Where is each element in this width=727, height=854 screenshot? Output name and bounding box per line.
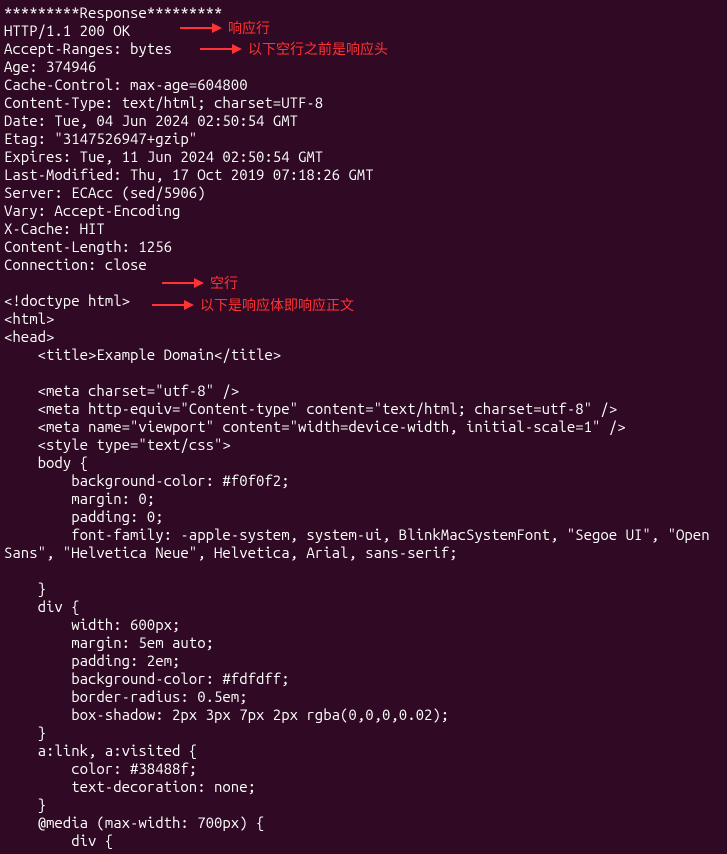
arrow-icon xyxy=(200,43,242,55)
terminal-container: *********Response********* HTTP/1.1 200 … xyxy=(4,4,723,850)
terminal-output: *********Response********* HTTP/1.1 200 … xyxy=(4,4,723,850)
arrow-icon xyxy=(162,277,204,289)
annotation-label: 空行 xyxy=(210,274,238,292)
annotation-0: 响应行 xyxy=(180,19,270,37)
arrow-icon xyxy=(152,299,194,311)
annotation-3: 以下是响应体即响应正文 xyxy=(152,296,354,314)
annotation-2: 空行 xyxy=(162,274,238,292)
annotation-label: 以下是响应体即响应正文 xyxy=(200,296,354,314)
annotation-label: 响应行 xyxy=(228,19,270,37)
annotation-1: 以下空行之前是响应头 xyxy=(200,40,388,58)
arrow-icon xyxy=(180,22,222,34)
annotation-label: 以下空行之前是响应头 xyxy=(248,40,388,58)
